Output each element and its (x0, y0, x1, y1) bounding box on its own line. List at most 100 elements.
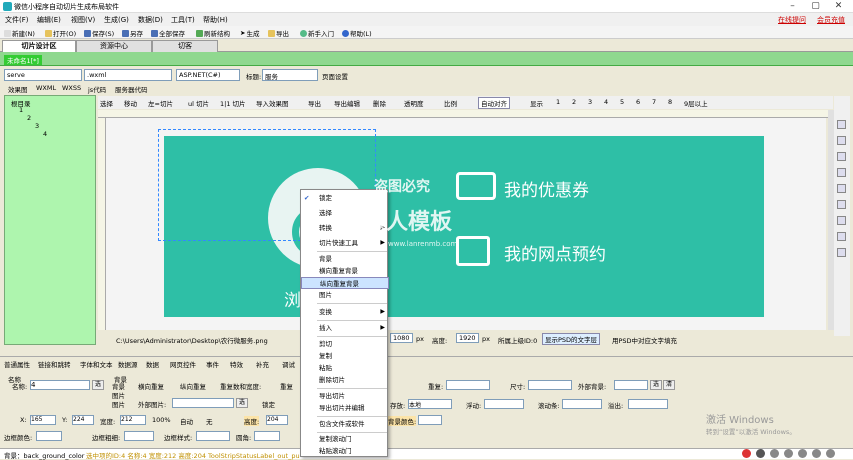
page-name-input[interactable]: serve (4, 69, 82, 81)
maximize-icon[interactable]: ▢ (810, 1, 821, 12)
tray-icon-lang[interactable] (756, 449, 765, 458)
layer-check-8[interactable]: 8 (668, 98, 672, 106)
tray-icon-grid[interactable] (826, 449, 835, 458)
name-input[interactable]: 4 (30, 380, 90, 390)
fill-psd-text-button[interactable]: 用PSD中对应文字填充 (612, 335, 677, 345)
x-input[interactable]: 165 (30, 415, 56, 425)
tray-icon-user[interactable] (798, 449, 807, 458)
display-dropdown[interactable]: 显示 (530, 98, 543, 108)
help-button[interactable]: 帮助(L) (342, 28, 372, 38)
tab-js[interactable]: js代码 (88, 84, 106, 94)
ctx-copy-scroll-door[interactable]: 复制滚动门 (301, 433, 389, 445)
tab-slice-design[interactable]: 切片设计区 (2, 40, 76, 52)
document-tab[interactable]: 未命名1[*] (4, 55, 42, 65)
width-input[interactable]: 1080 (390, 333, 413, 343)
newbie-guide-button[interactable]: 新手入门 (300, 28, 334, 38)
ext-bg-choose[interactable]: 选 (650, 380, 662, 390)
ext-image-choose[interactable]: 选 (236, 398, 248, 408)
ctx-background[interactable]: 背景 (301, 253, 389, 265)
ctx-transform[interactable]: 变换 ▶ (301, 306, 389, 318)
save-button[interactable]: 保存(S) (84, 28, 114, 38)
online-question-link[interactable]: 在线提问 (778, 15, 806, 25)
ctx-h-repeat-bg[interactable]: 横向重复背景 (301, 265, 389, 277)
title-input[interactable]: 服务 (262, 69, 318, 81)
page-settings-button[interactable]: 页面设置 (322, 71, 348, 81)
close-icon[interactable]: ✕ (833, 1, 844, 12)
transparency-tool[interactable]: 透明度 (404, 98, 424, 108)
generate-button[interactable]: ➤ 生成 (240, 28, 259, 38)
ctx-slice-tools[interactable]: 切片快速工具 ▶ (301, 237, 389, 249)
ctx-insert[interactable]: 插入 ▶ (301, 322, 389, 334)
export-button[interactable]: 导出 (268, 28, 289, 38)
layer-check-4[interactable]: 4 (604, 98, 608, 106)
tab-wxss[interactable]: WXSS (62, 84, 81, 92)
tree-node-4[interactable]: 4 (43, 130, 47, 138)
scroll-select[interactable] (562, 399, 602, 409)
menu-edit[interactable]: 编辑(E) (37, 15, 61, 25)
menu-file[interactable]: 文件(F) (5, 15, 29, 25)
language-select[interactable]: ASP.NET(C#) (176, 69, 240, 81)
extension-select[interactable]: .wxml (84, 69, 172, 81)
tab-effect[interactable]: 效果图 (8, 84, 28, 94)
ctx-export-slice[interactable]: 导出切片 (301, 390, 389, 402)
y-input[interactable]: 224 (72, 415, 94, 425)
exist-select[interactable]: 本地 (408, 399, 452, 409)
lock-checkbox[interactable]: 锁定 (262, 399, 275, 409)
height-input[interactable]: 1920 (456, 333, 479, 343)
pct-checkbox[interactable]: 100% (152, 416, 171, 424)
ctx-v-repeat-bg[interactable]: 纵向重复背景 (301, 277, 389, 289)
align-center-icon[interactable] (837, 136, 846, 145)
bg-color-input[interactable] (418, 415, 442, 425)
ctx-paste-scroll-door[interactable]: 粘贴滚动门 (301, 445, 389, 457)
layer-check-3[interactable]: 3 (588, 98, 592, 106)
ctx-image[interactable]: 图片 (301, 289, 389, 301)
tab-qieke[interactable]: 切客 (152, 40, 218, 52)
col-slice-tool[interactable]: 1|1 切片 (220, 98, 246, 108)
ctx-copy[interactable]: 复制 (301, 350, 389, 362)
ul-slice-tool[interactable]: ul 切片 (188, 98, 209, 108)
ctx-paste[interactable]: 粘贴 (301, 362, 389, 374)
tab-server[interactable]: 服务器代码 (115, 84, 148, 94)
tray-icon-shirt[interactable] (812, 449, 821, 458)
save-as-button[interactable]: 另存 (122, 28, 143, 38)
open-button[interactable]: 打开(O) (45, 28, 76, 38)
tree-node-1[interactable]: 1 (19, 106, 23, 114)
layer-check-2[interactable]: 2 (572, 98, 576, 106)
radius-input[interactable] (254, 431, 280, 441)
same-width-icon[interactable] (837, 216, 846, 225)
move-tool[interactable]: 移动 (124, 98, 137, 108)
layer-check-7[interactable]: 7 (652, 98, 656, 106)
align-top-icon[interactable] (837, 168, 846, 177)
menu-tools[interactable]: 工具(T) (171, 15, 195, 25)
height-field[interactable]: 204 (266, 415, 288, 425)
layer-check-6[interactable]: 6 (636, 98, 640, 106)
same-height-icon[interactable] (837, 232, 846, 241)
layer-check-5[interactable]: 5 (620, 98, 624, 106)
menu-view[interactable]: 视图(V) (71, 15, 95, 25)
layer-check-1[interactable]: 1 (556, 98, 560, 106)
ctx-delete-slice[interactable]: 删除切片 (301, 374, 389, 386)
show-psd-text-button[interactable]: 显示PSD的文字层 (542, 333, 601, 345)
border-width-input[interactable] (124, 431, 154, 441)
left-slice-tool[interactable]: 左=切片 (148, 98, 173, 108)
tray-icon-keyboard[interactable] (784, 449, 793, 458)
save-all-button[interactable]: 全部保存 (151, 28, 185, 38)
tray-icon-s[interactable] (742, 449, 751, 458)
align-bottom-icon[interactable] (837, 200, 846, 209)
auto-checkbox[interactable]: 自动 (180, 416, 193, 426)
ctx-export-slice-edit[interactable]: 导出切片并编辑 (301, 402, 389, 414)
ctx-cut[interactable]: 剪切 (301, 338, 389, 350)
none-checkbox[interactable]: 无 (206, 416, 213, 426)
design-canvas[interactable]: 我的优惠券 我的网点预约 浏 (106, 118, 826, 330)
select-tool[interactable]: 选择 (100, 98, 113, 108)
width-field[interactable]: 212 (120, 415, 146, 425)
menu-help[interactable]: 帮助(H) (203, 15, 228, 25)
layer-check-more[interactable]: 9层以上 (684, 98, 708, 108)
tab-wxml[interactable]: WXML (36, 84, 56, 92)
v-repeat-checkbox[interactable]: 纵向重复 (180, 381, 206, 391)
tree-node-2[interactable]: 2 (27, 114, 31, 122)
border-style-select[interactable] (196, 431, 230, 441)
ext-bg-input[interactable] (614, 380, 648, 390)
ext-image-input[interactable] (172, 398, 234, 408)
ext-bg-clear[interactable]: 清 (663, 380, 675, 390)
